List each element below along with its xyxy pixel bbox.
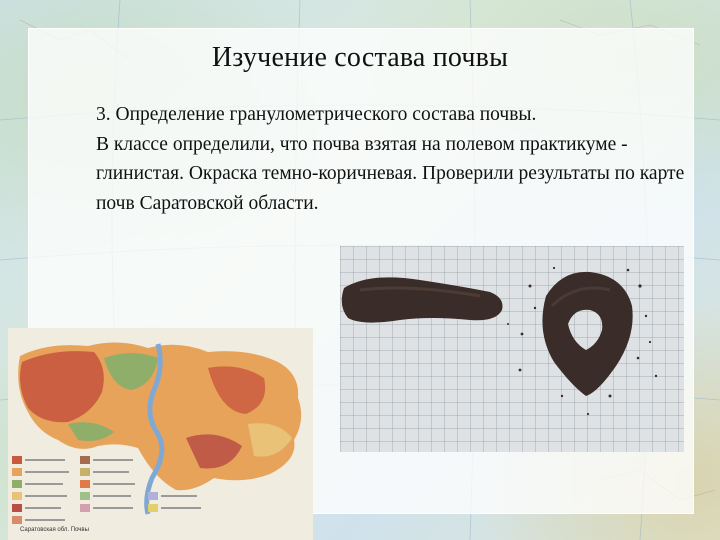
soil-sample-photo [340, 246, 684, 452]
paragraph-result: В классе определили, что почва взятая на… [96, 133, 685, 214]
paragraph-step: 3. Определение гранулометрического соста… [96, 104, 537, 125]
soil-ring [542, 271, 633, 396]
slide-body: 3. Определение гранулометрического соста… [70, 100, 690, 218]
map-caption: Саратовская обл. Почвы [20, 527, 89, 533]
soil-map-image: Саратовская обл. Почвы [8, 328, 313, 540]
slide-title: Изучение состава почвы [211, 42, 509, 73]
soil-roll [341, 277, 503, 323]
